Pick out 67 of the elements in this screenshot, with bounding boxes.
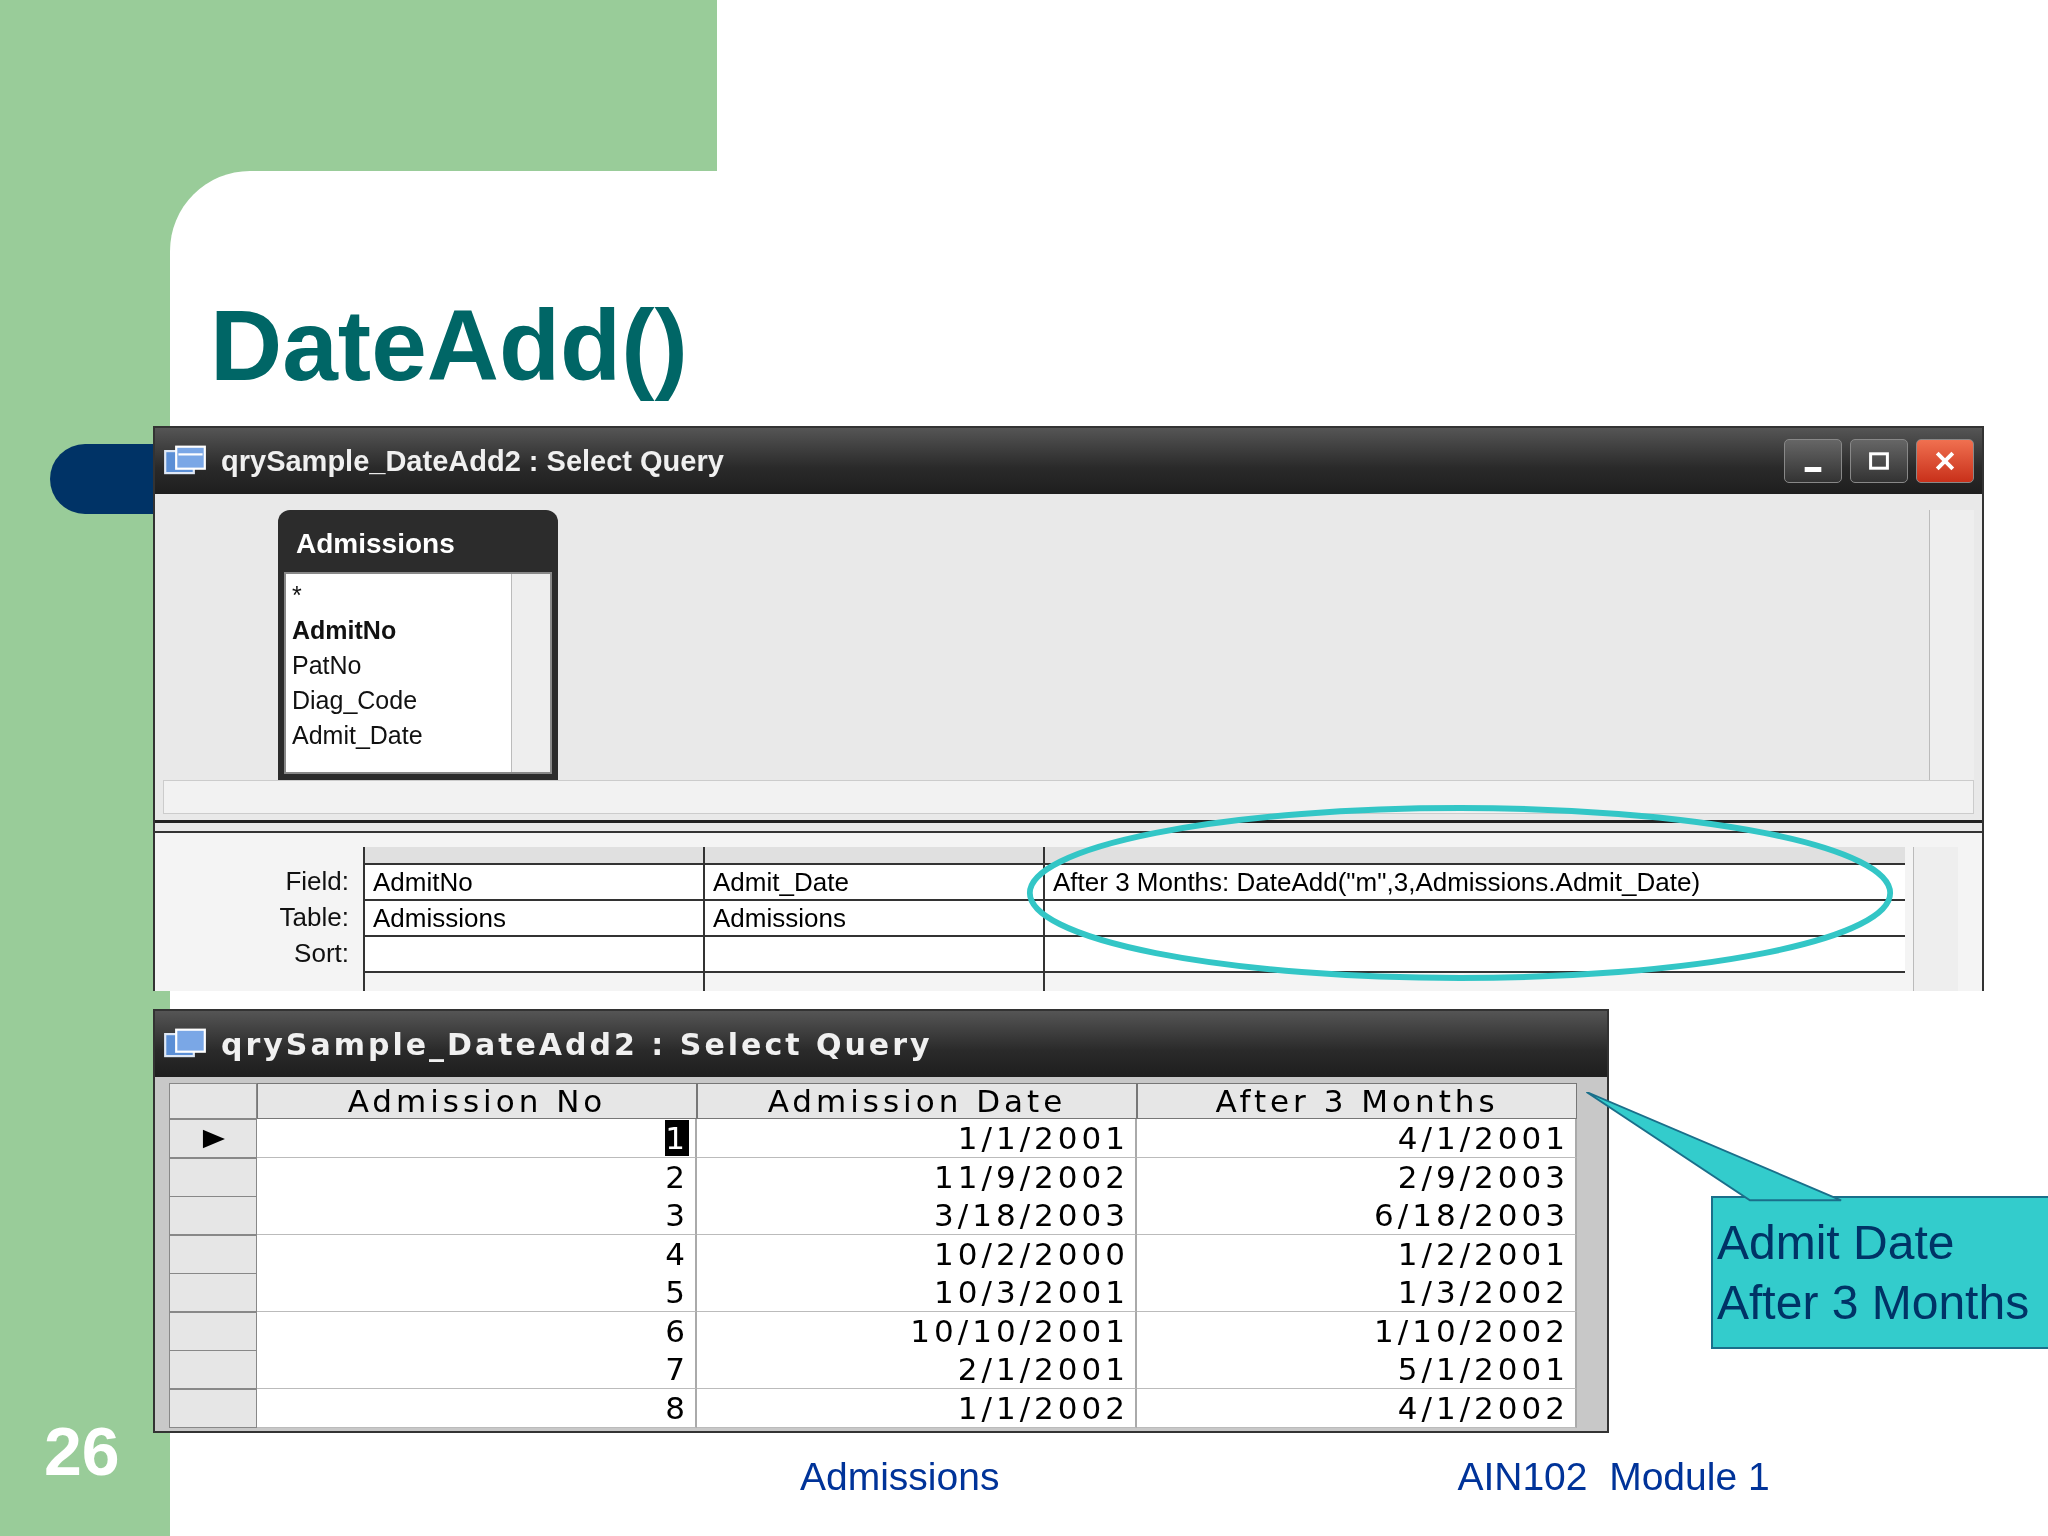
minimize-icon <box>1804 466 1822 472</box>
grid-cell[interactable] <box>365 937 703 973</box>
table-cell: 1/1/2002 <box>697 1388 1137 1428</box>
table-cell: 2/9/2003 <box>1137 1157 1577 1197</box>
callout-text: Admit Date <box>1717 1214 1956 1271</box>
table-cell: 1/10/2002 <box>1137 1311 1577 1351</box>
column-selector[interactable] <box>365 847 703 865</box>
grid-cell[interactable] <box>1045 901 1905 937</box>
table-cell: 5 <box>257 1273 697 1312</box>
field-item[interactable]: AdmitNo <box>292 613 505 648</box>
grid-cell[interactable] <box>1045 937 1905 973</box>
table-cell: 4 <box>257 1234 697 1274</box>
table-cell: 1/3/2002 <box>1137 1273 1577 1312</box>
maximize-icon <box>1867 449 1891 473</box>
table-cell: 3 <box>257 1196 697 1235</box>
table-cell: 6 <box>257 1311 697 1351</box>
field-cell[interactable]: AdmitNo <box>365 865 703 901</box>
table-cell: 1 <box>257 1119 697 1158</box>
column-header[interactable]: Admission No <box>257 1083 697 1119</box>
footer-text: AIN102 Module 1 <box>1457 1455 1770 1499</box>
table-cell: 1/1/2001 <box>697 1119 1137 1158</box>
table-cell: 11/9/2002 <box>697 1157 1137 1197</box>
scrollbar[interactable] <box>511 574 550 772</box>
row-label: Sort: <box>294 937 349 970</box>
field-item[interactable]: * <box>292 578 505 613</box>
column-selector[interactable] <box>1045 847 1905 865</box>
table-cell: 10/10/2001 <box>697 1311 1137 1351</box>
field-item[interactable]: Diag_Code <box>292 683 505 718</box>
column-selector[interactable] <box>705 847 1043 865</box>
record-selector[interactable] <box>169 1119 257 1158</box>
close-button[interactable] <box>1916 439 1974 483</box>
table-cell[interactable]: Admissions <box>705 901 1043 937</box>
table-cell: 8 <box>257 1388 697 1428</box>
grid-cell[interactable] <box>705 937 1043 973</box>
table-cell: 3/18/2003 <box>697 1196 1137 1235</box>
table-cell[interactable]: Admissions <box>365 901 703 937</box>
slide-title: DateAdd() <box>210 288 689 403</box>
table-cell: 10/2/2000 <box>697 1234 1137 1274</box>
table-cell: 7 <box>257 1350 697 1389</box>
minimize-button[interactable] <box>1784 439 1842 483</box>
slide-number: 26 <box>44 1412 121 1490</box>
select-all-cell[interactable] <box>169 1083 257 1119</box>
table-cell: 6/18/2003 <box>1137 1196 1577 1235</box>
table-cell: 2 <box>257 1157 697 1197</box>
callout-text: After 3 Months <box>1717 1274 2031 1331</box>
table-name: Admissions <box>295 527 456 561</box>
row-label: Field: <box>285 865 349 898</box>
field-cell[interactable]: Admit_Date <box>705 865 1043 901</box>
column-header[interactable]: Admission Date <box>697 1083 1137 1119</box>
table-cell: 10/3/2001 <box>697 1273 1137 1312</box>
field-item[interactable]: PatNo <box>292 648 505 683</box>
window-title: qrySample_DateAdd2 : Select Query <box>221 1026 934 1062</box>
footer-text: Admissions <box>800 1455 1000 1499</box>
scrollbar[interactable] <box>163 780 1974 814</box>
maximize-button[interactable] <box>1850 439 1908 483</box>
table-cell: 4/1/2002 <box>1137 1388 1577 1428</box>
column-header[interactable]: After 3 Months <box>1137 1083 1577 1119</box>
field-item[interactable]: Admit_Date <box>292 718 505 753</box>
table-cell: 4/1/2001 <box>1137 1119 1577 1158</box>
scrollbar[interactable] <box>1929 510 1974 780</box>
row-label: Table: <box>279 901 349 934</box>
table-cell: 2/1/2001 <box>697 1350 1137 1389</box>
table-cell: 5/1/2001 <box>1137 1350 1577 1389</box>
scrollbar[interactable] <box>1913 847 1958 991</box>
table-cell: 1/2/2001 <box>1137 1234 1577 1274</box>
field-cell[interactable]: After 3 Months: DateAdd("m",3,Admissions.Admit_Date) <box>1045 865 1905 901</box>
window-title: qrySample_DateAdd2 : Select Query <box>221 444 725 478</box>
